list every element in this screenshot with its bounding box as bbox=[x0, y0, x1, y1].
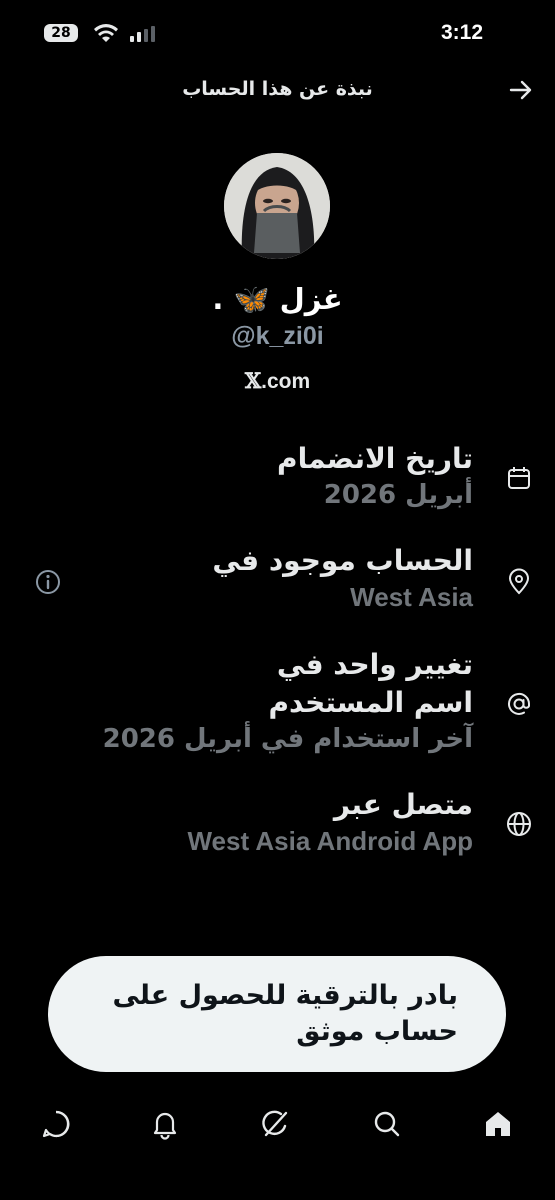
status-bar: 28 3:12 bbox=[0, 18, 555, 50]
wifi-icon bbox=[94, 24, 118, 42]
battery-icon: 28 bbox=[44, 24, 78, 42]
handle: @k_zi0i bbox=[231, 322, 324, 350]
info-username-title-line1: تغيير واحد في bbox=[276, 648, 473, 681]
bell-icon[interactable] bbox=[149, 1108, 181, 1140]
home-icon[interactable] bbox=[482, 1108, 514, 1140]
info-connected-via: متصل عبر West Asia Android App bbox=[187, 786, 473, 858]
avatar[interactable] bbox=[224, 153, 330, 259]
chat-icon[interactable] bbox=[40, 1108, 72, 1140]
status-time: 3:12 bbox=[440, 21, 483, 44]
info-connected-value: West Asia Android App bbox=[187, 826, 473, 856]
top-bar: نبذة عن هذا الحساب bbox=[0, 70, 555, 110]
info-joined-title: تاريخ الانضمام bbox=[277, 442, 473, 475]
info-circle-icon[interactable] bbox=[34, 568, 62, 596]
domain-text: .com bbox=[261, 370, 311, 393]
domain-label: 𝕏.com bbox=[0, 368, 555, 394]
info-location-title: الحساب موجود في bbox=[212, 544, 473, 577]
info-location-value: West Asia bbox=[350, 582, 473, 612]
upgrade-banner-text: بادر بالترقية للحصول على حساب موثق bbox=[98, 978, 458, 1050]
info-username-last-used: آخر استخدام في أبريل 2026 bbox=[102, 724, 473, 754]
display-name: غزل 🦋 . bbox=[212, 282, 343, 316]
page-title: نبذة عن هذا الحساب bbox=[182, 78, 373, 100]
signal-icon bbox=[130, 26, 155, 42]
upgrade-banner-line1: بادر بالترقية للحصول على bbox=[112, 980, 458, 1011]
globe-icon bbox=[507, 812, 531, 836]
info-location: الحساب موجود في West Asia bbox=[212, 542, 473, 614]
at-sign-icon bbox=[508, 692, 531, 715]
bottom-nav bbox=[0, 1100, 555, 1150]
info-joined: تاريخ الانضمام أبريل 2026 bbox=[277, 440, 473, 512]
grok-icon[interactable] bbox=[259, 1108, 291, 1140]
info-username-title-line2: اسم المستخدم bbox=[268, 686, 473, 719]
x-logo: 𝕏 bbox=[244, 368, 262, 393]
search-icon[interactable] bbox=[371, 1108, 403, 1140]
arrow-right-icon[interactable] bbox=[507, 76, 535, 104]
upgrade-verified-banner[interactable]: بادر بالترقية للحصول على حساب موثق bbox=[48, 956, 506, 1072]
info-joined-date: أبريل 2026 bbox=[323, 480, 473, 510]
upgrade-banner-line2: حساب موثق bbox=[296, 1016, 458, 1047]
info-connected-title: متصل عبر bbox=[333, 788, 473, 821]
location-pin-icon bbox=[508, 568, 530, 595]
info-username-changes: تغيير واحد في اسم المستخدم آخر استخدام ف… bbox=[103, 646, 473, 756]
calendar-icon bbox=[508, 467, 530, 489]
